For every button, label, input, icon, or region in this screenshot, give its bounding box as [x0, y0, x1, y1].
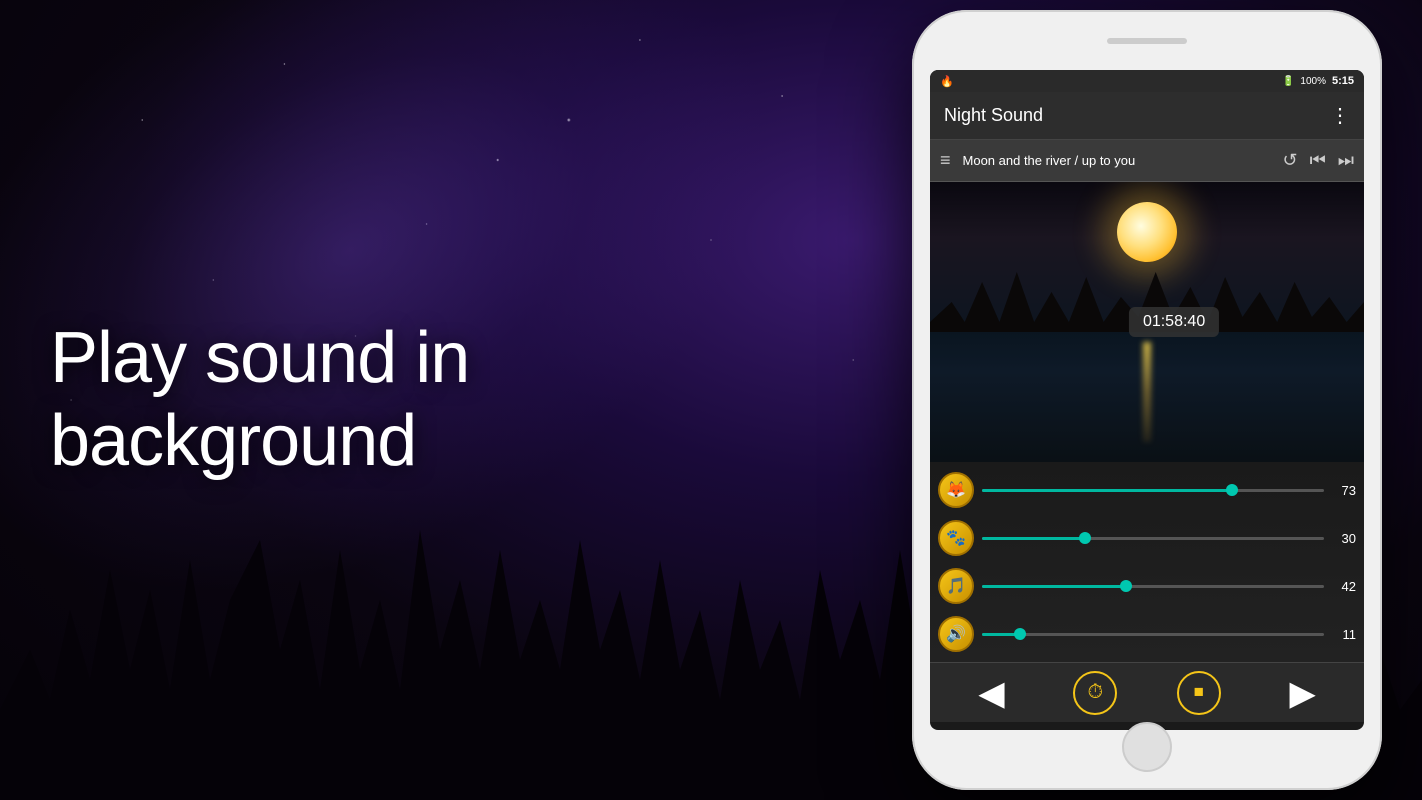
slider-row-sound: 🔊 11 [938, 616, 1356, 652]
phone-screen: 🔥 🔋 100% 5:15 Night Sound ⋮ ≡ Moon and t… [930, 70, 1364, 730]
slider-icon-sound[interactable]: 🔊 [938, 616, 974, 652]
slider-icon-animal[interactable]: 🐾 [938, 520, 974, 556]
status-bar: 🔥 🔋 100% 5:15 [930, 70, 1364, 92]
time-display: 5:15 [1332, 75, 1354, 87]
slider-value-animal: 30 [1332, 531, 1356, 546]
back-button[interactable]: ◀ [970, 671, 1014, 715]
slider-value-music: 42 [1332, 579, 1356, 594]
slider-thumb-music [1120, 580, 1132, 592]
phone-home-button[interactable] [1122, 722, 1172, 772]
timer-button[interactable]: ⏱ [1073, 671, 1117, 715]
hamburger-icon[interactable]: ≡ [940, 150, 951, 171]
slider-row-music: 🎵 42 [938, 568, 1356, 604]
slider-icon-music[interactable]: 🎵 [938, 568, 974, 604]
track-name: Moon and the river / up to you [963, 153, 1271, 168]
phone-speaker [1107, 38, 1187, 44]
repeat-icon[interactable]: ↺ [1283, 150, 1298, 171]
bottom-nav: ◀ ⏱ ⏹ ▶ [930, 662, 1364, 722]
slider-value-sound: 11 [1332, 627, 1356, 642]
slider-track-animal[interactable] [982, 537, 1324, 540]
slider-fill-music [982, 585, 1126, 588]
main-text: Play sound in background [50, 317, 469, 483]
toolbar-row: ≡ Moon and the river / up to you ↺ ⏮ ⏭ [930, 140, 1364, 182]
flame-icon: 🔥 [940, 75, 954, 88]
slider-track-nature[interactable] [982, 489, 1324, 492]
slider-thumb-sound [1014, 628, 1026, 640]
slider-track-sound[interactable] [982, 633, 1324, 636]
battery-percent: 100% [1300, 76, 1326, 87]
next-icon[interactable]: ⏭ [1338, 150, 1354, 171]
prev-icon[interactable]: ⏮ [1310, 150, 1326, 171]
status-left: 🔥 [940, 75, 1276, 88]
timer-icon: ⏱ [1087, 681, 1103, 704]
stop-icon: ⏹ [1194, 681, 1204, 704]
slider-row-nature: 🦊 73 [938, 472, 1356, 508]
battery-icon: 🔋 [1282, 76, 1294, 87]
phone-body: 🔥 🔋 100% 5:15 Night Sound ⋮ ≡ Moon and t… [912, 10, 1382, 790]
slider-fill-nature [982, 489, 1232, 492]
forward-button[interactable]: ▶ [1280, 671, 1324, 715]
slider-thumb-nature [1226, 484, 1238, 496]
slider-row-animal: 🐾 30 [938, 520, 1356, 556]
water [930, 332, 1364, 462]
slider-track-music[interactable] [982, 585, 1324, 588]
timer-display: 01:58:40 [1129, 307, 1219, 337]
slider-value-nature: 73 [1332, 483, 1356, 498]
water-reflection [1143, 342, 1151, 442]
back-arrow-icon: ◀ [979, 674, 1004, 712]
forward-arrow-icon: ▶ [1290, 674, 1315, 712]
main-text-line1: Play sound in [50, 317, 469, 400]
main-text-line2: background [50, 400, 469, 483]
overflow-menu-icon[interactable]: ⋮ [1330, 103, 1350, 128]
media-area: 01:58:40 [930, 182, 1364, 462]
slider-thumb-animal [1079, 532, 1091, 544]
app-header: Night Sound ⋮ [930, 92, 1364, 140]
stop-button[interactable]: ⏹ [1177, 671, 1221, 715]
app-title: Night Sound [944, 105, 1330, 126]
moon [1117, 202, 1177, 262]
phone-mockup: 🔥 🔋 100% 5:15 Night Sound ⋮ ≡ Moon and t… [912, 10, 1382, 790]
slider-fill-sound [982, 633, 1020, 636]
slider-icon-nature[interactable]: 🦊 [938, 472, 974, 508]
slider-fill-animal [982, 537, 1085, 540]
sliders-area: 🦊 73 🐾 30 🎵 42 🔊 11 [930, 462, 1364, 662]
